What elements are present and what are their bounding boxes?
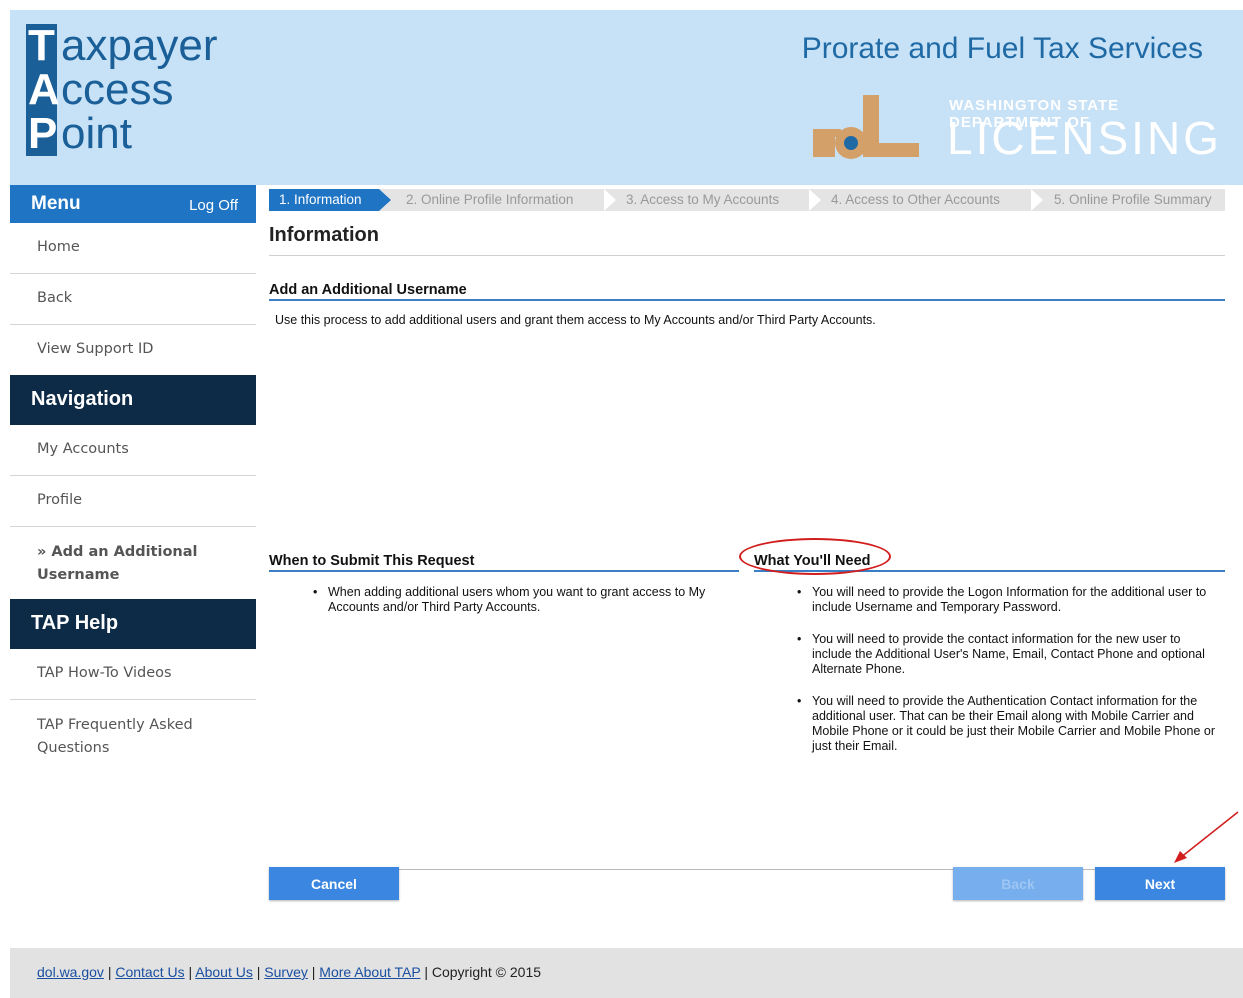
footer: dol.wa.gov | Contact Us | About Us | Sur… (10, 948, 1243, 998)
list-item: You will need to provide the contact inf… (797, 632, 1222, 677)
list-item: When adding additional users whom you wa… (313, 585, 748, 615)
when-list: When adding additional users whom you wa… (313, 585, 748, 632)
step-chevron-icon (1031, 189, 1043, 211)
footer-link-dol[interactable]: dol.wa.gov (37, 964, 104, 980)
dol-title: LICENSING (947, 112, 1222, 164)
sidebar: Menu Log Off Home Back View Support ID N… (10, 185, 256, 988)
when-title: When to Submit This Request (269, 553, 475, 569)
copyright: Copyright © 2015 (431, 964, 542, 980)
step-access-other-accounts: 4. Access to Other Accounts (831, 192, 1000, 207)
list-item: You will need to provide the Authenticat… (797, 694, 1222, 754)
logo-line: Access (26, 65, 174, 114)
tap-help-section-header: TAP Help (10, 599, 256, 649)
need-list: You will need to provide the Logon Infor… (797, 585, 1222, 771)
main-content: 1. Information 2. Online Profile Informa… (269, 185, 1225, 875)
intro-text: Use this process to add additional users… (275, 313, 876, 327)
sidebar-item-add-additional-username[interactable]: » Add an Additional Username (10, 527, 256, 599)
progress-steps: 1. Information 2. Online Profile Informa… (269, 189, 1225, 211)
annotation-circle (739, 538, 891, 575)
sidebar-item-view-support-id[interactable]: View Support ID (10, 325, 256, 375)
step-chevron-icon (604, 189, 616, 211)
logoff-link[interactable]: Log Off (189, 197, 238, 214)
step-information: 1. Information (269, 189, 379, 211)
logo-line: Taxpayer (26, 24, 218, 68)
step-access-my-accounts: 3. Access to My Accounts (626, 192, 780, 207)
step-online-profile-information: 2. Online Profile Information (406, 192, 574, 207)
cancel-button[interactable]: Cancel (269, 867, 399, 900)
logo-line: Point (26, 109, 132, 158)
dol-logo-mark-icon (813, 95, 919, 159)
dol-logo: WASHINGTON STATE DEPARTMENT OF LICENSING (813, 85, 1219, 164)
footer-link-contact[interactable]: Contact Us (115, 964, 184, 980)
list-item: You will need to provide the Logon Infor… (797, 585, 1222, 615)
annotation-arrow-icon (1174, 811, 1239, 863)
sidebar-item-faq[interactable]: TAP Frequently Asked Questions (10, 700, 256, 775)
sidebar-item-back[interactable]: Back (10, 274, 256, 325)
step-chevron-icon (809, 189, 821, 211)
divider (269, 299, 1225, 301)
tap-logo[interactable]: Taxpayer Access Point (26, 24, 218, 156)
header: Taxpayer Access Point Prorate and Fuel T… (10, 10, 1243, 185)
divider (269, 570, 739, 572)
sidebar-item-my-accounts[interactable]: My Accounts (10, 425, 256, 476)
sidebar-item-how-to-videos[interactable]: TAP How-To Videos (10, 649, 256, 700)
menu-header: Menu Log Off (10, 185, 256, 223)
footer-link-about[interactable]: About Us (195, 964, 253, 980)
sidebar-item-profile[interactable]: Profile (10, 476, 256, 527)
section-title: Add an Additional Username (269, 282, 467, 298)
footer-link-survey[interactable]: Survey (264, 964, 308, 980)
back-button[interactable]: Back (953, 867, 1083, 900)
sidebar-item-home[interactable]: Home (10, 223, 256, 274)
page-title: Information (269, 224, 379, 246)
page: Taxpayer Access Point Prorate and Fuel T… (10, 10, 1243, 998)
step-online-profile-summary: 5. Online Profile Summary (1054, 192, 1212, 207)
header-title: Prorate and Fuel Tax Services (801, 32, 1203, 65)
footer-links: dol.wa.gov | Contact Us | About Us | Sur… (37, 964, 542, 980)
menu-label: Menu (31, 193, 81, 214)
footer-link-more-about-tap[interactable]: More About TAP (319, 964, 420, 980)
step-chevron-icon (379, 189, 391, 211)
divider (269, 255, 1225, 256)
navigation-section-header: Navigation (10, 375, 256, 425)
